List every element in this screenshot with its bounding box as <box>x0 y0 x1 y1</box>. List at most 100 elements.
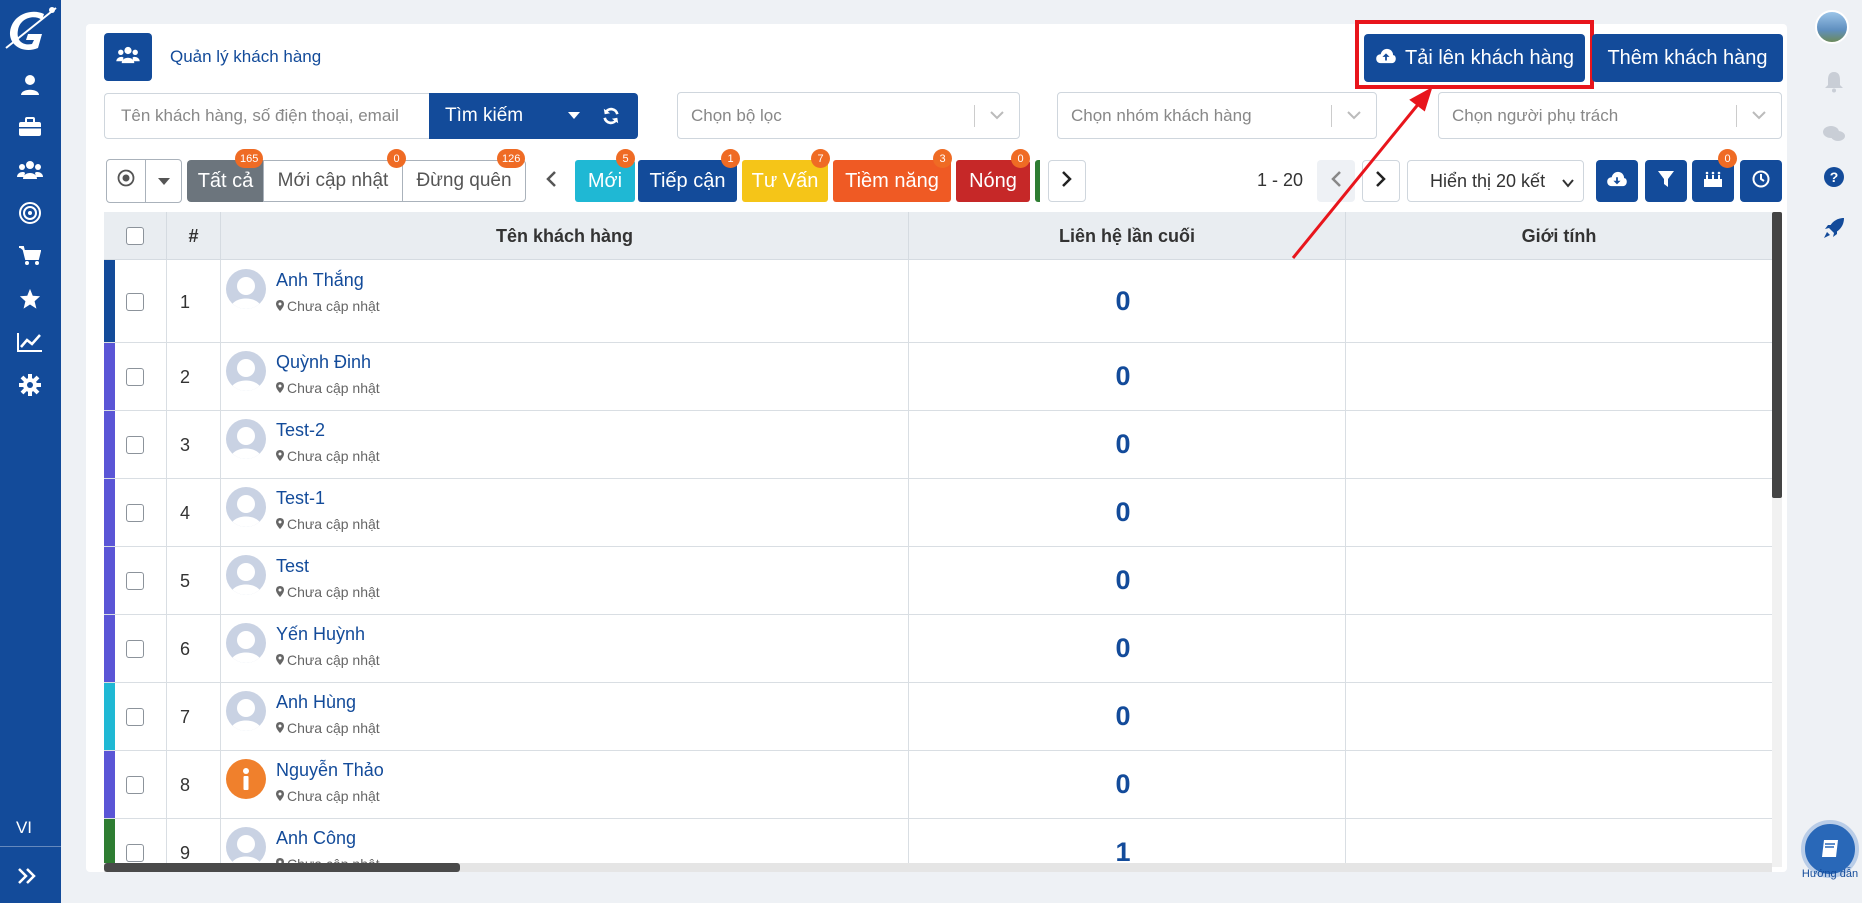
customer-name-link[interactable]: Quỳnh Đinh <box>276 352 371 373</box>
chevron-down-icon <box>1751 107 1767 128</box>
customer-name-link[interactable]: Test-2 <box>276 420 325 441</box>
customer-name-link[interactable]: Nguyễn Thảo <box>276 760 384 781</box>
row-checkbox[interactable] <box>126 293 144 311</box>
avatar <box>226 623 266 663</box>
star-icon[interactable] <box>15 284 45 314</box>
table-row[interactable]: 7 Anh Hùng Chưa cập nhật 0 <box>104 683 1772 751</box>
tab-recently-updated[interactable]: Mới cập nhật <box>263 160 403 202</box>
history-button[interactable] <box>1740 160 1782 202</box>
customer-name-link[interactable]: Yến Huỳnh <box>276 624 365 645</box>
caret-down-icon[interactable] <box>557 112 591 120</box>
gender-cell <box>1346 260 1772 342</box>
customer-name-link[interactable]: Anh Hùng <box>276 692 356 713</box>
filter-button[interactable] <box>1645 160 1687 202</box>
scroll-thumb[interactable] <box>1772 212 1782 498</box>
row-checkbox[interactable] <box>126 844 144 862</box>
guide-label: Hướng dẫn <box>1801 868 1859 880</box>
owner-select[interactable]: Chọn người phụ trách <box>1438 92 1782 139</box>
table-row[interactable]: 9 Anh Công Chưa cập nhật 1 <box>104 819 1772 868</box>
column-header-name[interactable]: Tên khách hàng <box>221 212 909 260</box>
stage-tag-partial[interactable] <box>1035 160 1040 202</box>
customer-name-link[interactable]: Test-1 <box>276 488 325 509</box>
row-checkbox[interactable] <box>126 368 144 386</box>
search-button[interactable]: Tìm kiếm <box>429 93 638 139</box>
count-badge: 7 <box>811 149 830 168</box>
table-row[interactable]: 3 Test-2 Chưa cập nhật 0 <box>104 411 1772 479</box>
stage-tag-approach[interactable]: Tiếp cận <box>638 160 737 202</box>
customer-location: Chưa cập nhật <box>276 720 380 736</box>
table-row[interactable]: 6 Yến Huỳnh Chưa cập nhật 0 <box>104 615 1772 683</box>
info-icon <box>226 759 266 799</box>
language-switcher[interactable]: VI <box>0 818 48 838</box>
download-button[interactable] <box>1596 160 1638 202</box>
user-avatar[interactable] <box>1815 10 1849 44</box>
chat-icon[interactable] <box>1819 119 1849 149</box>
users-icon[interactable] <box>15 155 45 185</box>
guide-button[interactable]: Hướng dẫn <box>1800 820 1860 880</box>
location-text: Chưa cập nhật <box>287 584 380 600</box>
table-row[interactable]: 8 Nguyễn Thảo Chưa cập nhật 0 <box>104 751 1772 819</box>
name-cell <box>221 547 909 614</box>
cart-icon[interactable] <box>15 241 45 271</box>
view-dropdown-button[interactable] <box>145 159 182 203</box>
table-row[interactable]: 4 Test-1 Chưa cập nhật 0 <box>104 479 1772 547</box>
chevron-down-icon <box>1346 107 1362 128</box>
customer-location: Chưa cập nhật <box>276 584 380 600</box>
select-all-checkbox[interactable] <box>126 227 144 245</box>
app-logo[interactable] <box>4 4 58 58</box>
customer-name-link[interactable]: Test <box>276 556 309 577</box>
table-row[interactable]: 2 Quỳnh Đinh Chưa cập nhật 0 <box>104 343 1772 411</box>
search-input[interactable]: Tên khách hàng, số điện thoại, email <box>104 93 429 139</box>
stage-tag-potential[interactable]: Tiềm năng <box>833 160 951 202</box>
customer-name-link[interactable]: Anh Thắng <box>276 270 364 291</box>
customers-menu-button[interactable] <box>104 33 152 81</box>
bell-icon[interactable] <box>1819 67 1849 97</box>
page-next-button[interactable] <box>1362 160 1400 202</box>
table-row[interactable]: 5 Test Chưa cập nhật 0 <box>104 547 1772 615</box>
target-icon[interactable] <box>15 198 45 228</box>
page-prev-button[interactable] <box>1317 160 1355 202</box>
user-icon[interactable] <box>15 70 45 100</box>
checkbox-cell <box>104 615 167 682</box>
radio-circle-icon <box>117 169 135 193</box>
row-checkbox[interactable] <box>126 572 144 590</box>
add-customer-button[interactable]: Thêm khách hàng <box>1592 34 1783 82</box>
scroll-thumb[interactable] <box>104 863 460 872</box>
row-number: 4 <box>179 503 190 523</box>
row-checkbox[interactable] <box>126 640 144 658</box>
tab-recently-updated-label: Mới cập nhật <box>277 170 389 191</box>
sidebar-divider <box>0 846 61 847</box>
tab-all-label: Tất cả <box>197 169 254 192</box>
per-page-select[interactable]: Hiển thị 20 kết <box>1407 160 1584 202</box>
vertical-scrollbar[interactable] <box>1772 212 1782 867</box>
stages-next-button[interactable] <box>1048 160 1086 202</box>
row-checkbox[interactable] <box>126 776 144 794</box>
row-checkbox[interactable] <box>126 504 144 522</box>
view-toggle-button[interactable] <box>106 159 146 203</box>
count-badge: 0 <box>1011 149 1030 168</box>
customer-location: Chưa cập nhật <box>276 652 380 668</box>
stages-prev-button[interactable] <box>532 160 570 202</box>
customer-group-select[interactable]: Chọn nhóm khách hàng <box>1057 92 1377 139</box>
map-marker-icon <box>276 448 284 464</box>
briefcase-icon[interactable] <box>15 112 45 142</box>
row-number: 8 <box>179 775 190 795</box>
column-header-gender[interactable]: Giới tính <box>1346 212 1772 260</box>
chevron-right-icon <box>1375 170 1387 192</box>
gear-icon[interactable] <box>15 370 45 400</box>
map-marker-icon <box>276 652 284 668</box>
stage-label: Tiềm năng <box>845 169 939 192</box>
row-checkbox[interactable] <box>126 708 144 726</box>
refresh-icon[interactable] <box>591 107 631 125</box>
row-checkbox[interactable] <box>126 436 144 454</box>
customer-name-link[interactable]: Anh Công <box>276 828 356 849</box>
help-icon[interactable]: ? <box>1819 162 1849 192</box>
filter-select[interactable]: Chọn bộ lọc <box>677 92 1020 139</box>
table-row[interactable]: 1 Anh Thắng Chưa cập nhật 0 <box>104 260 1772 343</box>
horizontal-scrollbar[interactable] <box>104 863 1772 872</box>
rocket-icon[interactable] <box>1819 213 1849 243</box>
double-chevron-right-icon[interactable] <box>16 866 38 891</box>
location-text: Chưa cập nhật <box>287 516 380 532</box>
chart-line-icon[interactable] <box>15 327 45 357</box>
column-header-last-contact[interactable]: Liên hệ lần cuối <box>909 212 1346 260</box>
